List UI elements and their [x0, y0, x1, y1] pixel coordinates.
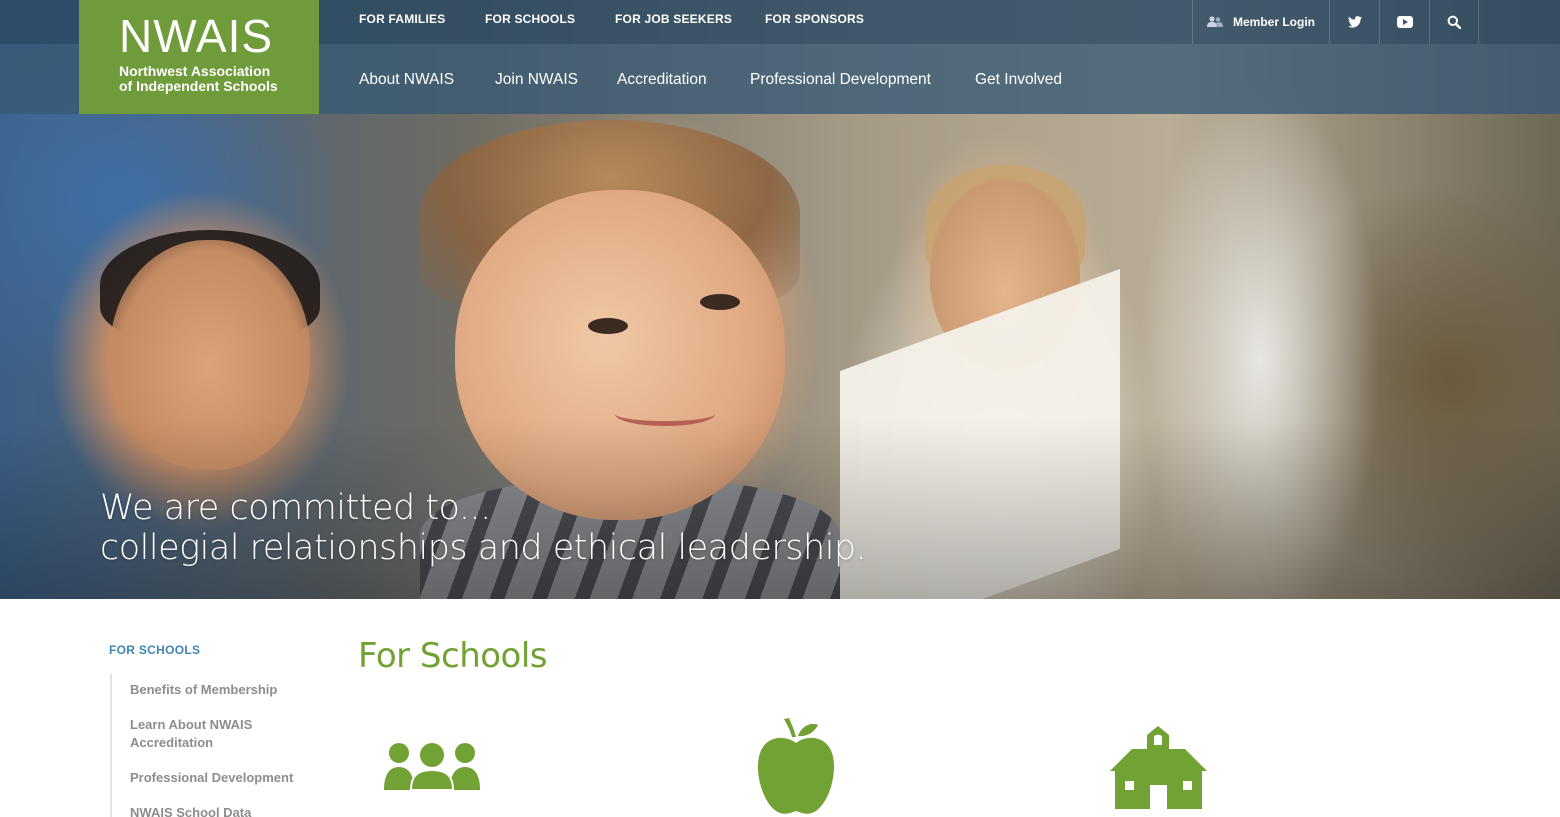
nav-accreditation[interactable]: Accreditation	[617, 71, 707, 89]
hero-tagline-line1: We are committed to...	[100, 488, 491, 528]
youtube-button[interactable]	[1379, 0, 1429, 44]
page-title: For Schools	[358, 636, 548, 676]
sidebar-list: Benefits of Membership Learn About NWAIS…	[110, 674, 310, 817]
search-icon	[1447, 15, 1461, 29]
nav-join[interactable]: Join NWAIS	[495, 71, 578, 89]
hero-tagline: We are committed to... collegial relatio…	[100, 488, 867, 568]
apple-icon	[757, 718, 835, 814]
schoolhouse-icon	[1110, 726, 1207, 809]
site-logo[interactable]: NWAIS Northwest Association of Independe…	[79, 0, 319, 114]
user-icon	[1206, 16, 1223, 27]
member-login-label: Member Login	[1232, 15, 1315, 29]
twitter-icon	[1347, 16, 1362, 28]
hero-tagline-line2: collegial relationships and ethical lead…	[100, 528, 867, 568]
sidebar-item-benefits[interactable]: Benefits of Membership	[130, 681, 310, 699]
utility-link-job-seekers[interactable]: FOR JOB SEEKERS	[615, 12, 732, 26]
twitter-button[interactable]	[1329, 0, 1379, 44]
logo-name-line1: Northwest Association	[119, 63, 271, 79]
member-login-button[interactable]: Member Login	[1192, 0, 1329, 44]
sidebar-item-school-data[interactable]: NWAIS School Data	[130, 804, 310, 817]
sidebar-item-accreditation[interactable]: Learn About NWAIS Accreditation	[130, 716, 310, 752]
people-group-icon	[384, 741, 480, 791]
sidebar-item-professional-development[interactable]: Professional Development	[130, 769, 310, 787]
utility-link-families[interactable]: FOR FAMILIES	[359, 12, 445, 26]
logo-name-line2: of Independent Schools	[119, 78, 278, 94]
nav-about[interactable]: About NWAIS	[359, 71, 454, 89]
utility-link-sponsors[interactable]: FOR SPONSORS	[765, 12, 864, 26]
nav-professional-development[interactable]: Professional Development	[750, 71, 931, 89]
utility-link-schools[interactable]: FOR SCHOOLS	[485, 12, 575, 26]
youtube-icon	[1396, 16, 1413, 28]
logo-mark: NWAIS	[119, 10, 274, 62]
search-button[interactable]	[1429, 0, 1479, 44]
nav-get-involved[interactable]: Get Involved	[975, 71, 1062, 89]
sidebar-heading[interactable]: FOR SCHOOLS	[109, 643, 200, 657]
